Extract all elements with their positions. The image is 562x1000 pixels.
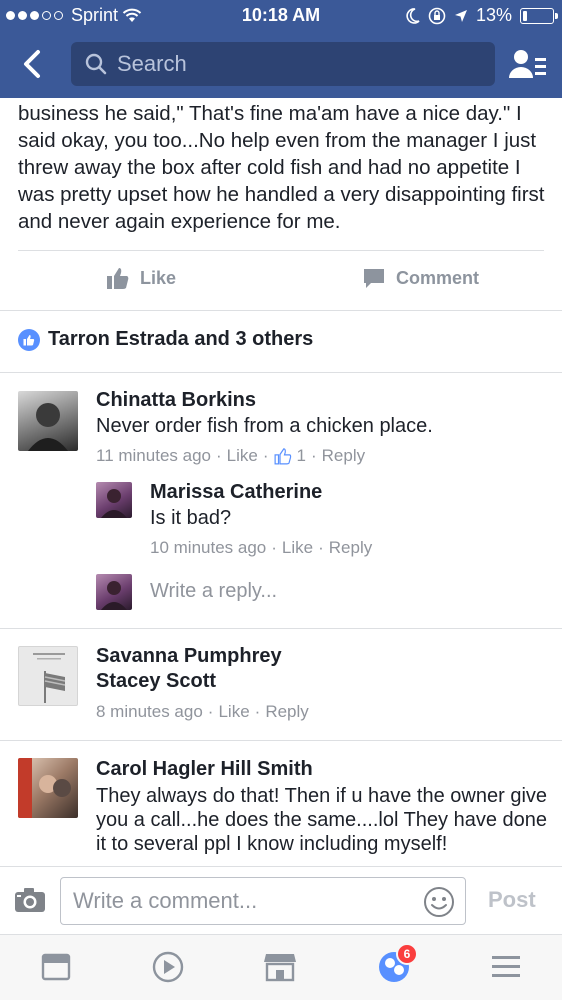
chevron-left-icon xyxy=(24,50,40,78)
comment-time: 8 minutes ago xyxy=(96,702,203,721)
avatar[interactable] xyxy=(18,391,78,451)
comment-time: 11 minutes ago xyxy=(96,446,211,465)
comment-label: Comment xyxy=(396,267,480,288)
write-reply-input[interactable]: Write a reply... xyxy=(150,580,277,603)
post-actions: Like Comment xyxy=(0,252,562,310)
commenter-name[interactable]: Carol Hagler Hill Smith xyxy=(96,758,313,781)
likers-text: Tarron Estrada and 3 others xyxy=(48,328,314,350)
divider xyxy=(0,372,562,373)
divider xyxy=(0,310,562,311)
avatar[interactable] xyxy=(18,646,78,706)
search-icon xyxy=(85,53,107,75)
status-right: 13% xyxy=(406,5,558,26)
comment-like-link[interactable]: Like xyxy=(218,702,249,722)
comment-reply-link[interactable]: Reply xyxy=(265,702,308,722)
comment-like-link[interactable]: Like xyxy=(227,446,258,466)
comment-meta: 8 minutes ago · Like · Reply xyxy=(96,702,309,722)
camera-icon xyxy=(15,888,45,912)
video-icon xyxy=(152,951,184,983)
avatar[interactable] xyxy=(18,758,78,818)
back-button[interactable] xyxy=(12,44,52,84)
like-button[interactable]: Like xyxy=(106,266,176,290)
commenter-name[interactable]: Chinatta Borkins xyxy=(96,389,256,412)
search-placeholder: Search xyxy=(117,51,187,76)
tab-notifications[interactable]: 6 xyxy=(374,943,418,985)
marketplace-icon xyxy=(264,954,296,982)
tab-video[interactable] xyxy=(148,949,188,985)
camera-button[interactable] xyxy=(14,887,46,918)
comment-input[interactable]: Write a comment... xyxy=(60,877,466,925)
comment-button[interactable]: Comment xyxy=(362,266,479,290)
tagged-name[interactable]: Stacey Scott xyxy=(96,670,216,693)
header: Sprint 10:18 AM 13% Search xyxy=(0,0,562,98)
likers-summary[interactable]: Tarron Estrada and 3 others xyxy=(18,328,313,351)
comment-like-count: 1 xyxy=(296,446,306,465)
comment-composer: Write a comment... Post xyxy=(0,866,562,934)
navigation-bar: Search xyxy=(0,38,562,90)
comment-reply-link[interactable]: Reply xyxy=(322,446,365,466)
like-reaction-icon xyxy=(18,328,40,351)
reply-like-link[interactable]: Like xyxy=(282,538,313,558)
avatar[interactable] xyxy=(96,482,132,518)
location-arrow-icon xyxy=(454,9,467,22)
sticker-button[interactable] xyxy=(423,886,455,924)
divider xyxy=(18,250,544,251)
search-input[interactable]: Search xyxy=(71,42,495,86)
reply-time: 10 minutes ago xyxy=(150,538,267,557)
reply-author-name[interactable]: Marissa Catherine xyxy=(150,481,322,504)
friends-list-icon xyxy=(509,50,546,78)
rotation-lock-icon xyxy=(428,7,446,24)
tab-news-feed[interactable] xyxy=(36,949,76,985)
status-bar: Sprint 10:18 AM 13% xyxy=(0,0,562,32)
thumbs-up-icon xyxy=(107,268,129,289)
commenter-name[interactable]: Savanna Pumphrey xyxy=(96,645,282,668)
menu-icon xyxy=(492,956,520,977)
avatar xyxy=(96,574,132,610)
reply-reply-link[interactable]: Reply xyxy=(329,538,372,558)
comment-meta: 11 minutes ago · Like · 1 · Reply xyxy=(96,446,366,466)
divider xyxy=(0,740,562,741)
post-button[interactable]: Post xyxy=(488,887,536,913)
reply-text: Is it bad? xyxy=(150,507,232,529)
tab-menu[interactable] xyxy=(486,949,526,985)
post-text: business he said," That's fine ma'am hav… xyxy=(18,102,545,233)
like-label: Like xyxy=(140,267,177,288)
battery-percent: 13% xyxy=(475,5,512,25)
news-feed-icon xyxy=(41,953,71,981)
notification-count-badge: 6 xyxy=(396,943,418,965)
comment-placeholder: Write a comment... xyxy=(73,888,258,913)
smiley-icon xyxy=(424,887,454,917)
do-not-disturb-icon xyxy=(406,7,420,24)
tab-bar: 6 xyxy=(0,934,562,1000)
tab-marketplace[interactable] xyxy=(260,949,300,985)
reply-meta: 10 minutes ago · Like · Reply xyxy=(150,538,373,558)
comment-text: Never order fish from a chicken place. xyxy=(96,415,433,437)
friends-list-button[interactable] xyxy=(508,44,548,84)
comment-icon xyxy=(364,269,384,288)
comment-text: They always do that! Then if u have the … xyxy=(96,785,548,855)
thumbs-up-outline-icon xyxy=(274,448,291,465)
battery-icon xyxy=(520,7,558,24)
divider xyxy=(0,628,562,629)
